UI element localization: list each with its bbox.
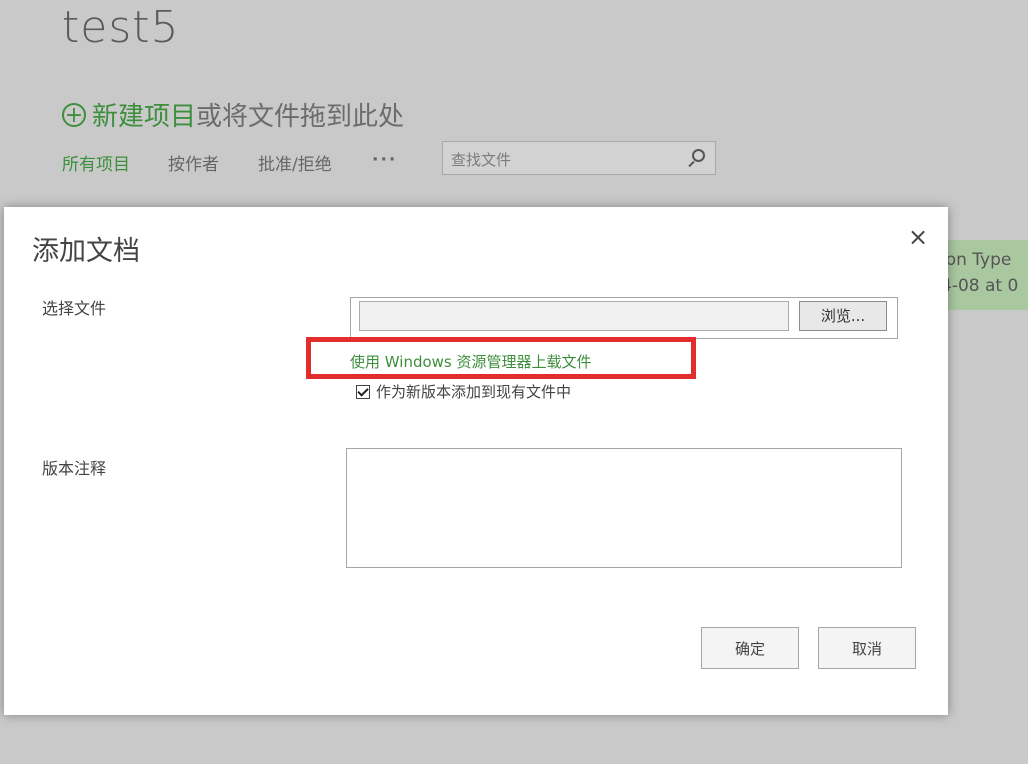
search-placeholder: 查找文件 bbox=[451, 151, 512, 169]
file-picker: 浏览... bbox=[350, 297, 898, 339]
choose-file-label: 选择文件 bbox=[42, 299, 107, 318]
new-item-link[interactable]: 新建项目 bbox=[92, 96, 196, 133]
more-views-button[interactable]: ··· bbox=[372, 150, 397, 170]
add-circle-icon[interactable]: + bbox=[62, 102, 86, 127]
search-icon[interactable] bbox=[692, 149, 705, 162]
drag-hint-text: 或将文件拖到此处 bbox=[196, 102, 405, 132]
add-as-version-label: 作为新版本添加到现有文件中 bbox=[376, 383, 572, 401]
upload-with-explorer-link[interactable]: 使用 Windows 资源管理器上载文件 bbox=[350, 351, 592, 372]
version-comment-field[interactable] bbox=[346, 448, 902, 568]
background-column-header: ion Type 4-08 at 0 bbox=[944, 240, 1028, 310]
background-column-text-1: ion Type bbox=[944, 250, 1012, 270]
ok-button[interactable]: 确定 bbox=[701, 627, 799, 669]
tab-by-author[interactable]: 按作者 bbox=[168, 150, 219, 175]
add-as-version-checkbox[interactable] bbox=[356, 384, 370, 399]
version-comment-label: 版本注释 bbox=[42, 459, 107, 478]
tab-approve-reject[interactable]: 批准/拒绝 bbox=[258, 150, 332, 175]
close-icon[interactable]: × bbox=[908, 223, 928, 251]
new-item-bar: + 新建项目 或将文件拖到此处 bbox=[62, 96, 404, 133]
search-input[interactable]: 查找文件 bbox=[442, 141, 716, 175]
background-column-text-2: 4-08 at 0 bbox=[944, 276, 1019, 296]
add-document-dialog: 添加文档 × 选择文件 浏览... 使用 Windows 资源管理器上载文件 作… bbox=[4, 207, 948, 715]
browse-button[interactable]: 浏览... bbox=[799, 301, 887, 331]
tab-all-items[interactable]: 所有项目 bbox=[62, 150, 130, 175]
page-title: test5 bbox=[62, 2, 180, 53]
file-path-field[interactable] bbox=[359, 301, 789, 331]
cancel-button[interactable]: 取消 bbox=[818, 627, 916, 669]
dialog-title: 添加文档 bbox=[32, 236, 140, 267]
add-as-version-row: 作为新版本添加到现有文件中 bbox=[356, 381, 571, 402]
